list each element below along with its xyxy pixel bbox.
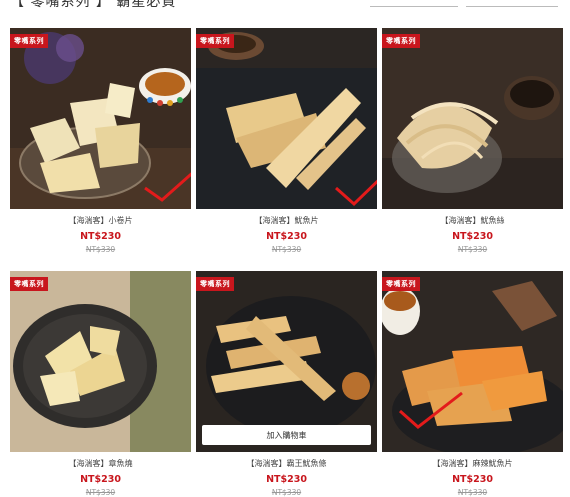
product-name[interactable]: 【海湍客】麻辣魷魚片 <box>382 458 563 469</box>
product-original-price: NT$330 <box>271 488 302 497</box>
product-card[interactable]: 零嘴系列 【海湍客】麻辣魷魚片 NT$230 NT$330 <box>382 271 563 497</box>
category-badge: 零嘴系列 <box>10 34 48 48</box>
product-card[interactable]: 零嘴系列 【海湍客】小卷片 NT$230 NT$330 <box>10 28 191 254</box>
product-original-price: NT$330 <box>457 488 488 497</box>
product-image[interactable]: 零嘴系列 <box>10 28 191 209</box>
category-badge: 零嘴系列 <box>196 277 234 291</box>
sort-select[interactable] <box>466 0 558 7</box>
section-title: 【 零嘴系列 】 霸星必買 <box>10 0 177 10</box>
product-price: NT$230 <box>452 231 493 242</box>
category-badge: 零嘴系列 <box>10 277 48 291</box>
product-card[interactable]: 零嘴系列 【海湍客】章魚燒 NT$230 NT$330 <box>10 271 191 497</box>
product-name[interactable]: 【海湍客】小卷片 <box>10 215 191 226</box>
product-price: NT$230 <box>452 474 493 485</box>
product-price: NT$230 <box>80 231 121 242</box>
product-original-price: NT$330 <box>271 245 302 254</box>
product-photo <box>382 271 563 452</box>
filter-select[interactable] <box>370 0 458 7</box>
product-image[interactable]: 零嘴系列 <box>382 271 563 452</box>
product-price: NT$230 <box>266 474 307 485</box>
product-photo <box>10 28 191 209</box>
product-image[interactable]: 零嘴系列 <box>10 271 191 452</box>
add-to-cart-button[interactable]: 加入購物車 <box>202 425 371 445</box>
product-image[interactable]: 零嘴系列 <box>382 28 563 209</box>
category-badge: 零嘴系列 <box>196 34 234 48</box>
product-original-price: NT$330 <box>457 245 488 254</box>
product-card[interactable]: 零嘴系列 加入購物車 【海湍客】霸王魷魚條 NT$230 NT$330 <box>196 271 377 497</box>
category-badge: 零嘴系列 <box>382 277 420 291</box>
product-image[interactable]: 零嘴系列 加入購物車 <box>196 271 377 452</box>
product-photo <box>196 28 377 209</box>
product-photo <box>382 28 563 209</box>
product-card[interactable]: 零嘴系列 【海湍客】魷魚絲 NT$230 NT$330 <box>382 28 563 254</box>
product-price: NT$230 <box>266 231 307 242</box>
header-bar: 【 零嘴系列 】 霸星必買 <box>0 0 570 22</box>
category-badge: 零嘴系列 <box>382 34 420 48</box>
product-card[interactable]: 零嘴系列 【海湍客】魷魚片 NT$230 NT$330 <box>196 28 377 254</box>
product-name[interactable]: 【海湍客】魷魚片 <box>196 215 377 226</box>
product-photo <box>10 271 191 452</box>
product-image[interactable]: 零嘴系列 <box>196 28 377 209</box>
product-name[interactable]: 【海湍客】章魚燒 <box>10 458 191 469</box>
product-price: NT$230 <box>80 474 121 485</box>
product-name[interactable]: 【海湍客】魷魚絲 <box>382 215 563 226</box>
product-original-price: NT$330 <box>85 245 116 254</box>
product-name[interactable]: 【海湍客】霸王魷魚條 <box>196 458 377 469</box>
product-original-price: NT$330 <box>85 488 116 497</box>
